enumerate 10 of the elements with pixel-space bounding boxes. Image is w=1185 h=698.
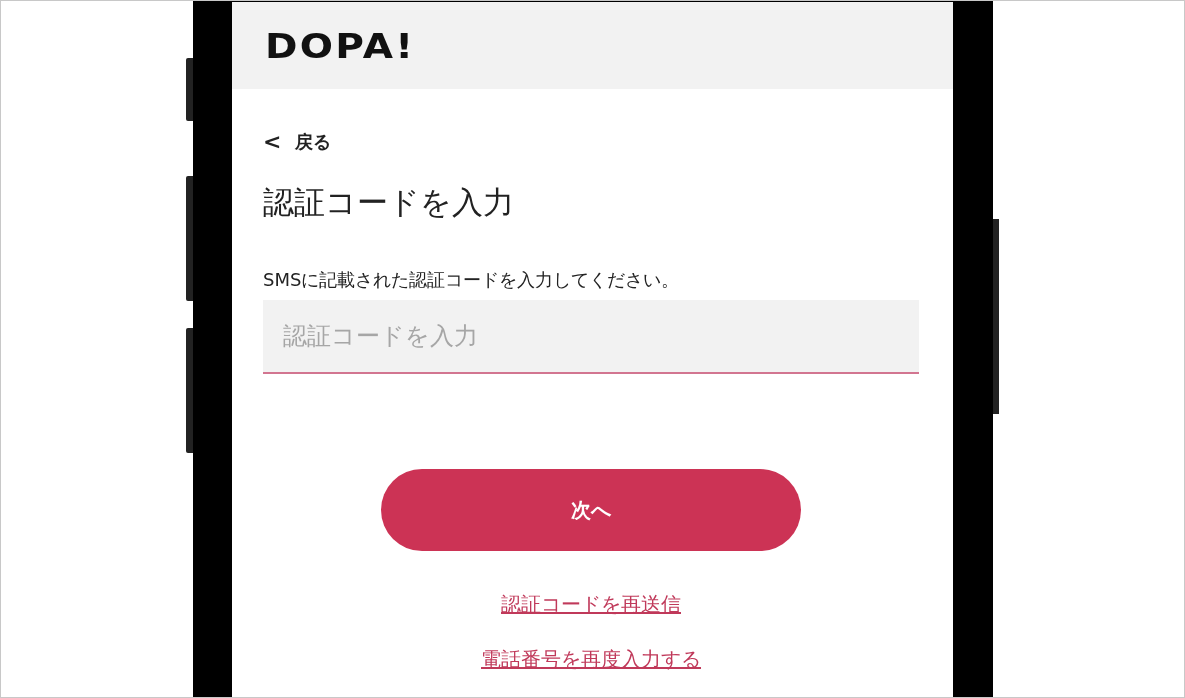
code-input-field[interactable]: 認証コードを入力 xyxy=(263,300,919,374)
instruction-text: SMSに記載された認証コードを入力してください。 xyxy=(263,268,681,292)
back-label: 戻る xyxy=(295,129,332,154)
text-link[interactable]: 電話番号を再度入力する xyxy=(481,646,701,673)
back-icon: < xyxy=(263,129,282,154)
text-link[interactable]: 認証コードを再送信 xyxy=(501,591,681,618)
logo: DOPA! xyxy=(265,25,416,66)
next-button[interactable]: 次へ xyxy=(381,469,801,551)
page-title: 認証コードを入力 xyxy=(263,183,515,222)
back-link[interactable]: < 戻る xyxy=(263,129,332,154)
